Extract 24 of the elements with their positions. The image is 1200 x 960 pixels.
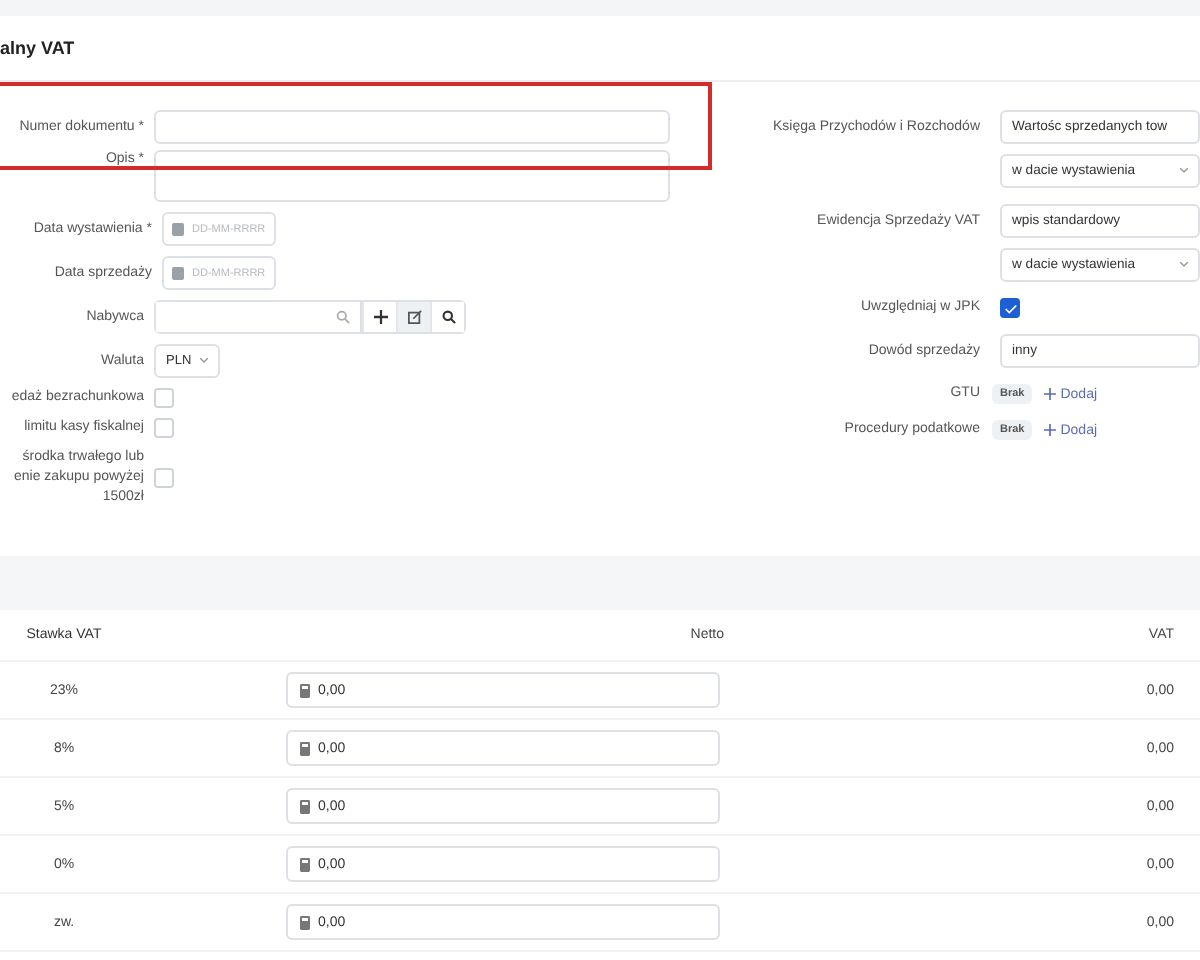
- edit-icon: [407, 310, 421, 324]
- chevron-down-icon: [200, 358, 208, 364]
- edit-button[interactable]: [396, 302, 430, 332]
- search-field[interactable]: [156, 302, 362, 332]
- plus-icon: [1044, 424, 1057, 436]
- buyer-input-group[interactable]: [154, 300, 466, 334]
- search-button[interactable]: [430, 302, 464, 332]
- search-icon: [336, 310, 350, 324]
- calculator-icon: [300, 915, 310, 929]
- calendar-icon: [172, 222, 184, 236]
- chevron-down-icon: [1180, 168, 1188, 174]
- search-icon: [441, 310, 455, 324]
- chevron-down-icon: [1180, 262, 1188, 268]
- calculator-icon: [300, 683, 310, 697]
- plus-icon: [1044, 388, 1057, 400]
- plus-icon: [373, 310, 387, 324]
- calculator-icon: [300, 799, 310, 813]
- calculator-icon: [300, 857, 310, 871]
- calendar-icon: [172, 266, 184, 280]
- section-title: alny VAT: [0, 38, 75, 58]
- text-field[interactable]: [154, 110, 670, 144]
- text-area[interactable]: [154, 150, 670, 202]
- checkbox[interactable]: [1000, 298, 1020, 318]
- calculator-icon: [300, 741, 310, 755]
